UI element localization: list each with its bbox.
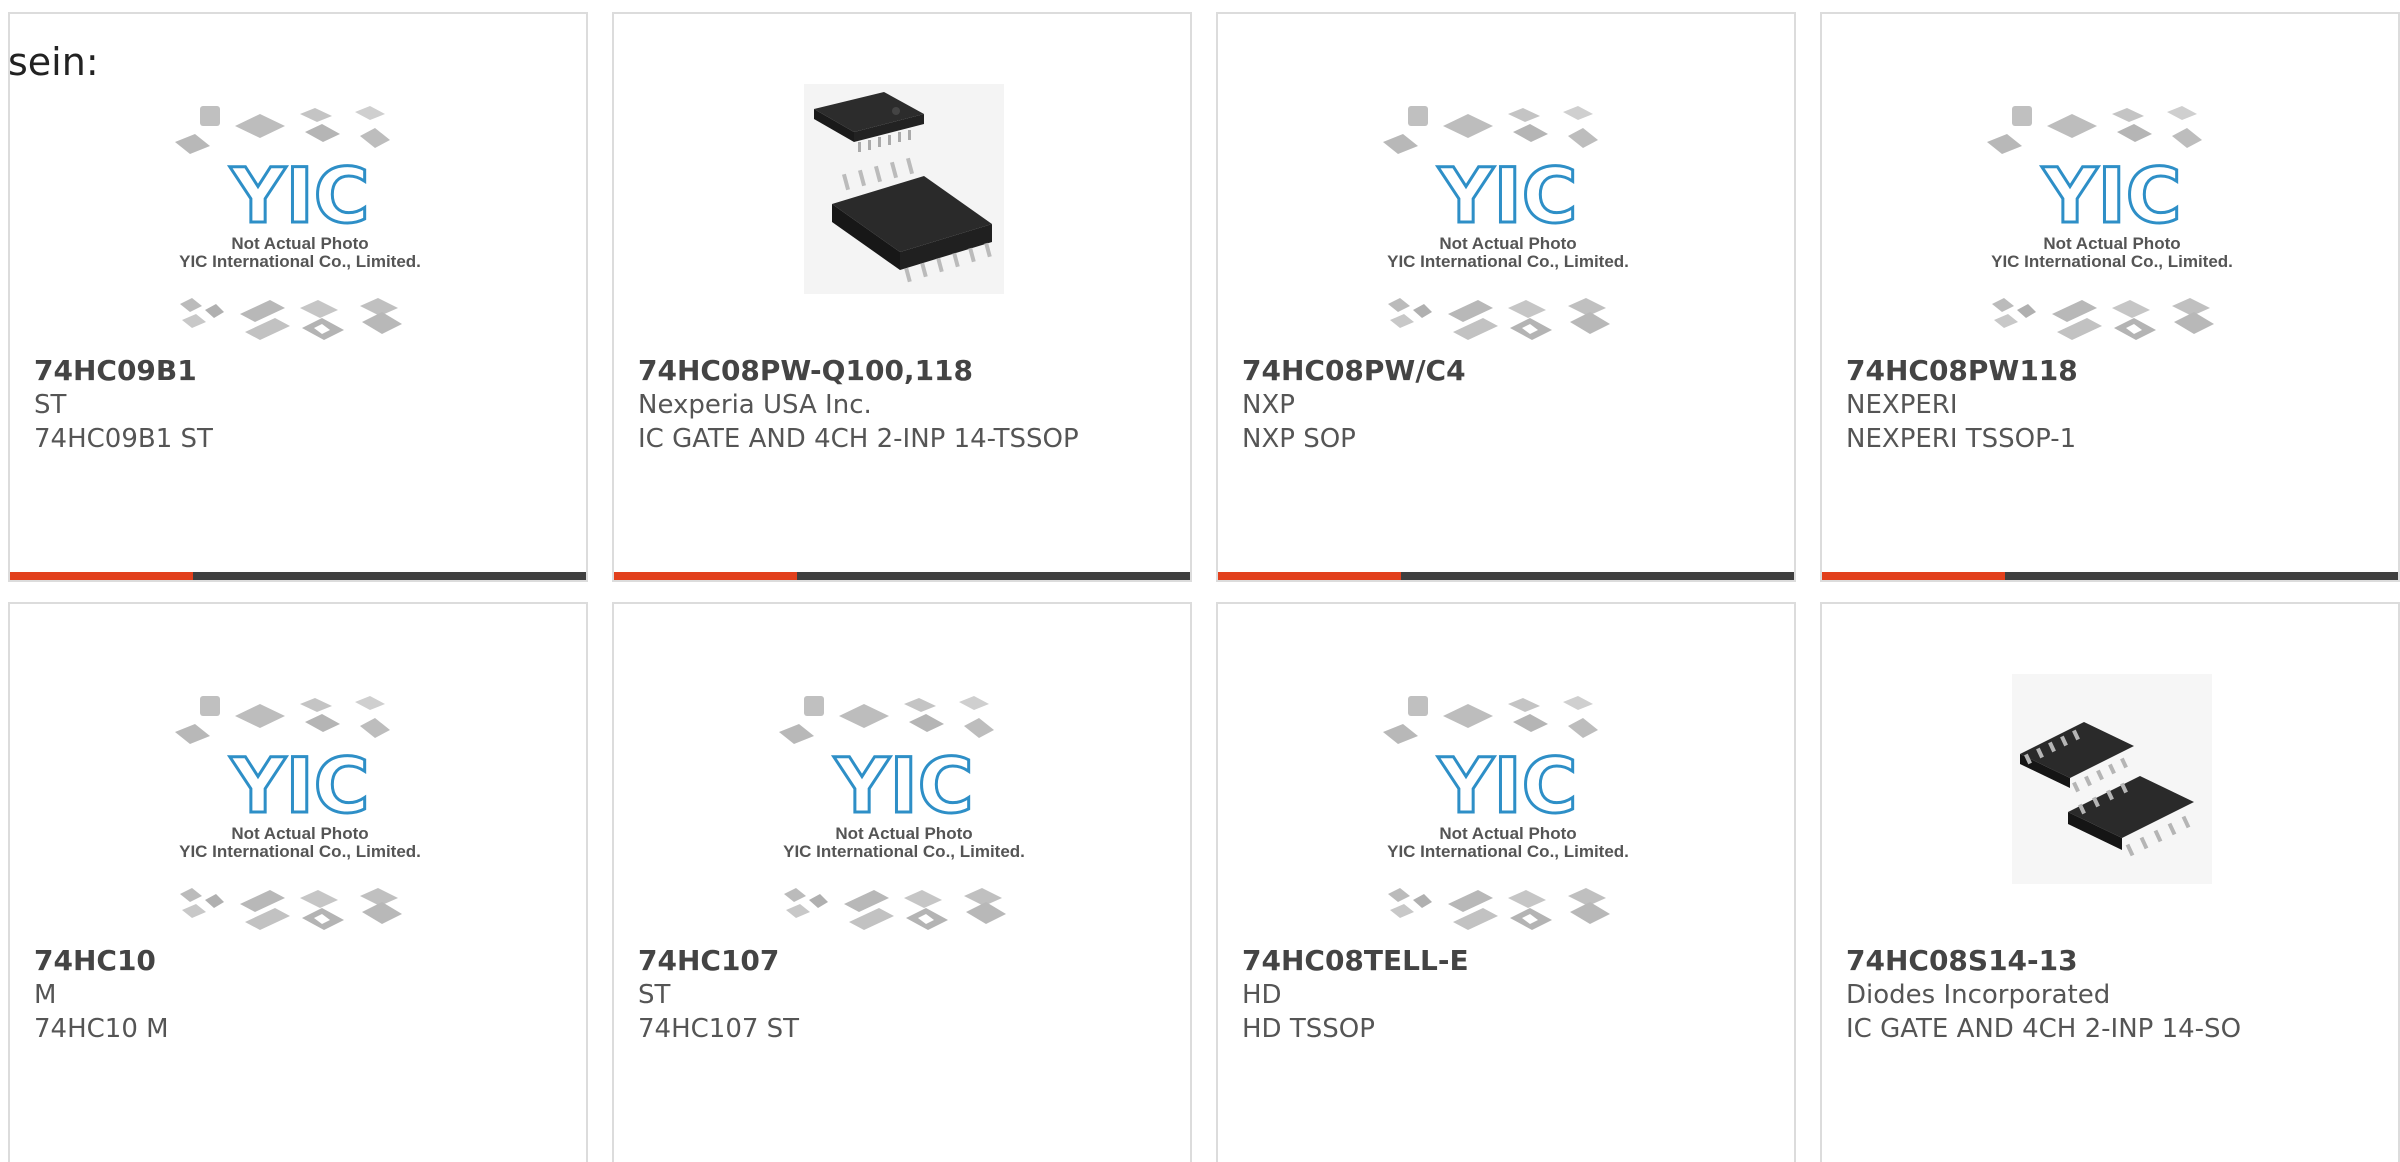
product-description: 74HC09B1 ST [34, 424, 213, 454]
card-bottom-bar [614, 572, 1190, 580]
product-image[interactable]: YIC Not Actual Photo YIC International Co.… [614, 604, 1190, 949]
placeholder-caption-line1: Not Actual Photo [835, 824, 972, 843]
product-image[interactable]: YIC Not Actual Photo YIC International Co.… [1218, 604, 1794, 949]
product-manufacturer: ST [638, 980, 671, 1010]
product-description: IC GATE AND 4CH 2-INP 14-TSSOP [638, 424, 1079, 454]
product-image[interactable]: YIC Not Actual Photo YIC International Co.… [1822, 14, 2398, 359]
yic-logo: YIC [229, 741, 369, 830]
product-card[interactable]: YIC Not Actual Photo YIC International Co.… [8, 602, 588, 1162]
soic-chip-icon [2012, 674, 2212, 884]
card-accent-bar [614, 572, 797, 580]
product-description: NEXPERI TSSOP-1 [1846, 424, 2077, 454]
product-part-number[interactable]: 74HC107 [638, 944, 1150, 978]
placeholder-photo-icon: YICNot Actual PhotoYIC International Co.… [175, 696, 421, 930]
card-accent-bar [10, 572, 193, 580]
placeholder-caption-line2: YIC International Co., Limited. [1991, 252, 2233, 271]
product-description: NXP SOP [1242, 424, 1356, 454]
placeholder-caption-line1: Not Actual Photo [231, 824, 368, 843]
product-manufacturer: ST [34, 390, 67, 420]
intro-text: sein: [8, 40, 99, 84]
product-manufacturer: NEXPERI [1846, 390, 1958, 420]
product-part-number[interactable]: 74HC08PW/C4 [1242, 354, 1754, 388]
yic-logo: YIC [1437, 741, 1577, 830]
tssop-chip-icon [804, 84, 1004, 294]
product-card[interactable]: 74HC08PW-Q100,118 Nexperia USA Inc. IC G… [612, 12, 1192, 582]
product-description: IC GATE AND 4CH 2-INP 14-SO [1846, 1014, 2242, 1044]
placeholder-photo-icon: YICNot Actual PhotoYIC International Co.… [779, 696, 1025, 930]
product-manufacturer: HD [1242, 980, 1282, 1010]
product-card[interactable]: YIC Not Actual Photo YIC International Co.… [612, 602, 1192, 1162]
product-card[interactable]: YIC Not Actual Photo YIC International Co.… [8, 12, 588, 582]
card-bottom-bar [1822, 572, 2398, 580]
product-image[interactable] [1822, 604, 2398, 949]
placeholder-caption-line1: Not Actual Photo [1439, 824, 1576, 843]
placeholder-caption-line2: YIC International Co., Limited. [179, 252, 421, 271]
product-part-number[interactable]: 74HC08S14-13 [1846, 944, 2358, 978]
product-image[interactable]: YIC Not Actual Photo YIC International Co.… [1218, 14, 1794, 359]
placeholder-photo-icon: YICNot Actual PhotoYIC International Co.… [1987, 106, 2233, 340]
product-card[interactable]: 74HC08S14-13 Diodes Incorporated IC GATE… [1820, 602, 2400, 1162]
card-bottom-bar [10, 572, 586, 580]
card-accent-bar [1822, 572, 2005, 580]
product-part-number[interactable]: 74HC10 [34, 944, 546, 978]
yic-logo: YIC [833, 741, 973, 830]
product-description: 74HC10 M [34, 1014, 169, 1044]
product-card[interactable]: YIC Not Actual Photo YIC International Co.… [1216, 602, 1796, 1162]
placeholder-caption-line1: Not Actual Photo [231, 234, 368, 253]
yic-logo: YIC [1437, 151, 1577, 240]
product-part-number[interactable]: 74HC08PW118 [1846, 354, 2358, 388]
product-image[interactable] [614, 14, 1190, 359]
placeholder-photo-icon: YICNot Actual PhotoYIC International Co.… [1383, 106, 1629, 340]
product-description: HD TSSOP [1242, 1014, 1375, 1044]
placeholder-caption-line1: Not Actual Photo [2043, 234, 2180, 253]
product-part-number[interactable]: 74HC08TELL-E [1242, 944, 1754, 978]
placeholder-caption-line2: YIC International Co., Limited. [783, 842, 1025, 861]
product-description: 74HC107 ST [638, 1014, 800, 1044]
product-card[interactable]: YIC Not Actual Photo YIC International Co.… [1216, 12, 1796, 582]
card-bottom-bar [1218, 572, 1794, 580]
product-image[interactable]: YIC Not Actual Photo YIC International Co.… [10, 604, 586, 949]
placeholder-caption-line2: YIC International Co., Limited. [179, 842, 421, 861]
yic-logo: YIC [229, 151, 369, 240]
placeholder-caption-line2: YIC International Co., Limited. [1387, 842, 1629, 861]
product-grid-page: sein: YIC Not Actual Photo YIC Internation… [0, 0, 2400, 1162]
product-manufacturer: Nexperia USA Inc. [638, 390, 872, 420]
product-card[interactable]: YIC Not Actual Photo YIC International Co.… [1820, 12, 2400, 582]
product-part-number[interactable]: 74HC08PW-Q100,118 [638, 354, 1150, 388]
yic-logo: YIC [2041, 151, 2181, 240]
placeholder-caption-line2: YIC International Co., Limited. [1387, 252, 1629, 271]
placeholder-caption-line1: Not Actual Photo [1439, 234, 1576, 253]
placeholder-photo-icon: YICNot Actual PhotoYIC International Co.… [1383, 696, 1629, 930]
card-accent-bar [1218, 572, 1401, 580]
product-manufacturer: NXP [1242, 390, 1295, 420]
product-part-number[interactable]: 74HC09B1 [34, 354, 546, 388]
product-manufacturer: M [34, 980, 57, 1010]
product-manufacturer: Diodes Incorporated [1846, 980, 2111, 1010]
